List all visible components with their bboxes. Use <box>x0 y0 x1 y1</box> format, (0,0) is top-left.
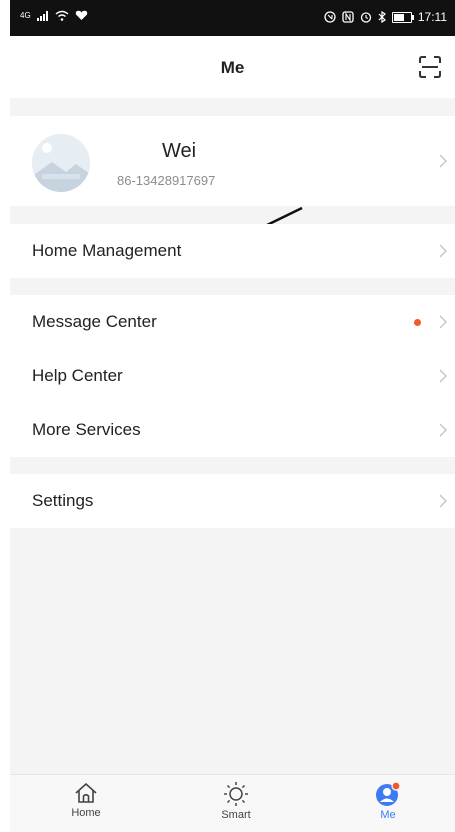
status-left: 4G <box>20 10 88 21</box>
tab-label: Smart <box>221 809 251 821</box>
home-icon <box>75 783 97 803</box>
bluetooth-icon <box>378 11 386 23</box>
nfc-icon <box>324 11 336 23</box>
menu-item-settings[interactable]: Settings <box>10 474 455 528</box>
person-icon <box>376 781 401 806</box>
profile-card[interactable]: Wei 86-13428917697 <box>10 116 455 206</box>
avatar-image <box>32 134 90 192</box>
chevron-right-icon <box>439 369 447 383</box>
services-group: Message Center Help Center More Services <box>10 295 455 457</box>
settings-group: Settings <box>10 474 455 528</box>
status-bar: 4G 17:11 <box>10 0 455 36</box>
heart-icon <box>75 10 88 21</box>
chevron-right-icon <box>439 494 447 508</box>
profile-phone: 86-13428917697 <box>117 173 216 188</box>
status-time: 17:11 <box>417 10 447 24</box>
chevron-right-icon <box>439 315 447 329</box>
signal-icon <box>36 10 49 21</box>
menu-item-more-services[interactable]: More Services <box>10 403 455 457</box>
network-type: 4G <box>20 11 31 20</box>
menu-item-label: Message Center <box>32 312 157 331</box>
avatar[interactable] <box>32 134 90 192</box>
tab-label: Home <box>71 807 101 819</box>
scan-icon <box>419 56 441 78</box>
menu-item-help-center[interactable]: Help Center <box>10 349 455 403</box>
wifi-icon <box>55 10 69 21</box>
app-frame: 4G 17:11 Me Wei 86-13428917697 Home Mana… <box>10 0 455 832</box>
scan-button[interactable] <box>419 56 441 78</box>
tab-label: Me <box>380 809 396 821</box>
battery-icon <box>391 11 414 23</box>
chevron-right-icon <box>439 244 447 258</box>
unread-badge <box>414 319 421 326</box>
menu-item-label: Help Center <box>32 366 123 385</box>
page-title: Me <box>220 58 245 77</box>
sun-icon <box>224 782 248 806</box>
tab-me[interactable]: Me <box>348 781 428 821</box>
bottom-tab-bar: Home Smart Me <box>10 774 455 832</box>
menu-item-label: Home Management <box>32 241 182 260</box>
tab-smart[interactable]: Smart <box>196 781 276 821</box>
profile-name: Wei <box>162 140 197 162</box>
menu-item-message-center[interactable]: Message Center <box>10 295 455 349</box>
chevron-right-icon <box>439 423 447 437</box>
alarm-icon <box>360 11 372 23</box>
n-mark-icon <box>342 11 354 23</box>
chevron-right-icon <box>439 154 447 168</box>
home-management-group: Home Management <box>10 224 455 278</box>
status-right: 17:11 <box>324 10 447 24</box>
menu-item-home-management[interactable]: Home Management <box>10 224 455 278</box>
tab-home[interactable]: Home <box>46 781 126 819</box>
page-header: Me <box>10 36 455 98</box>
menu-item-label: Settings <box>32 491 94 510</box>
menu-item-label: More Services <box>32 420 141 439</box>
